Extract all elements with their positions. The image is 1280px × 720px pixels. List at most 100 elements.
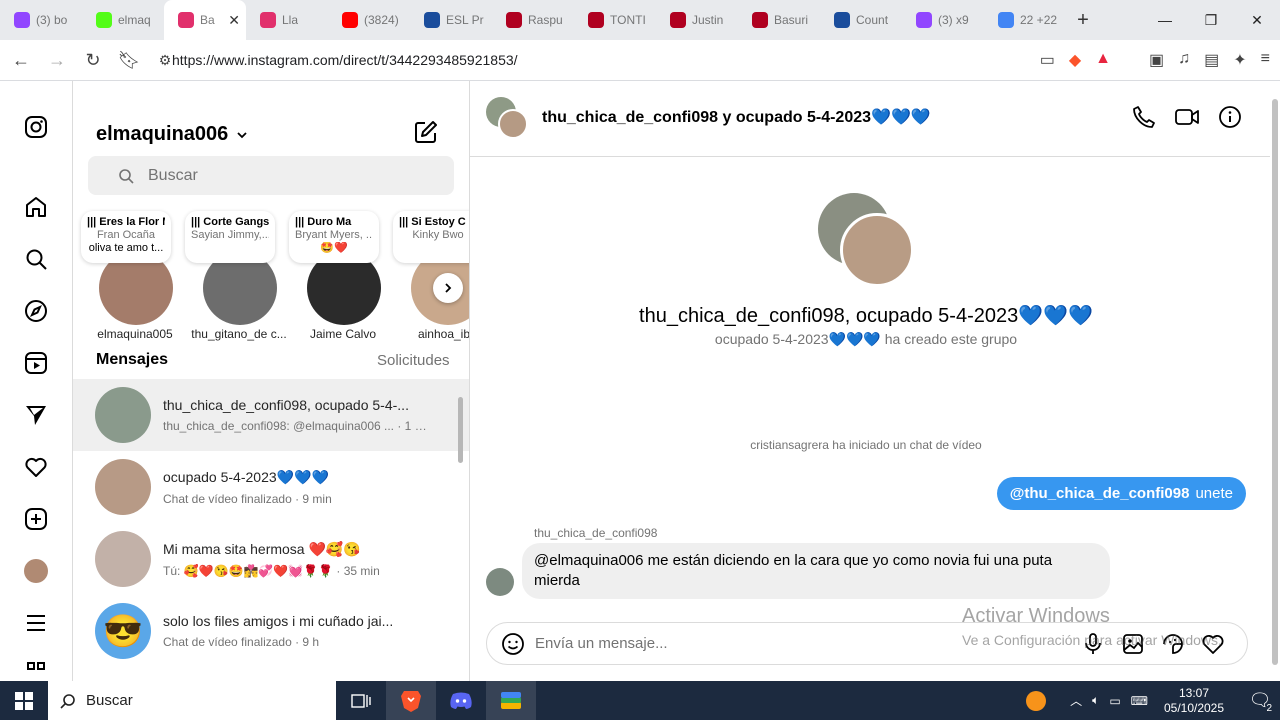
conversation-preview: Chat de vídeo finalizado · 9 min bbox=[163, 491, 332, 506]
brave-taskbar-button[interactable] bbox=[386, 681, 436, 720]
notes-next-button[interactable] bbox=[433, 273, 463, 303]
group-avatar-small[interactable] bbox=[486, 97, 530, 141]
bookmark-icon[interactable]: 🔖︎ bbox=[114, 50, 144, 71]
url-field[interactable]: https://www.instagram.com/direct/t/34422… bbox=[172, 52, 518, 68]
reload-button[interactable]: ↻ bbox=[78, 50, 108, 71]
phone-call-icon[interactable] bbox=[1132, 105, 1156, 129]
search-icon[interactable] bbox=[22, 245, 50, 273]
bluestacks-taskbar-button[interactable] bbox=[486, 681, 536, 720]
install-app-icon[interactable]: ▭ bbox=[1040, 50, 1055, 70]
conversation-avatar: 😎 bbox=[95, 603, 151, 659]
discord-taskbar-button[interactable] bbox=[436, 681, 486, 720]
browser-tab[interactable]: 22 +22 bbox=[984, 0, 1066, 40]
browser-tab[interactable]: Ba ✕ bbox=[164, 0, 246, 40]
group-avatar-large[interactable] bbox=[818, 193, 914, 289]
chat-scrollbar[interactable] bbox=[1272, 99, 1278, 665]
taskbar-search[interactable]: Buscar bbox=[48, 681, 336, 720]
create-icon[interactable] bbox=[22, 505, 50, 533]
conversation-info-icon[interactable] bbox=[1218, 105, 1242, 129]
browser-tab[interactable]: (3824) bbox=[328, 0, 410, 40]
show-hidden-icons-icon[interactable]: ︿ bbox=[1070, 692, 1082, 709]
browser-tab[interactable]: Lla bbox=[246, 0, 328, 40]
notes-carousel: ||| Eres la Flor M Fran Ocaña oliva te amo… bbox=[73, 211, 469, 341]
conversation-row[interactable]: ocupado 5-4-2023💙💙💙 Chat de vídeo finaliz… bbox=[73, 451, 469, 523]
menu-icon[interactable]: ≡ bbox=[1261, 50, 1270, 70]
tab-favicon-icon bbox=[178, 12, 194, 28]
requests-link[interactable]: Solicitudes bbox=[377, 352, 450, 369]
note-artist: Fran Ocaña bbox=[96, 229, 156, 241]
note-bubble[interactable]: ||| Duro Ma Bryant Myers, ... 🤩❤️ bbox=[289, 211, 379, 263]
incoming-message[interactable]: @elmaquina006 me están diciendo en la ca… bbox=[522, 543, 1110, 599]
tab-label: Raspu bbox=[528, 13, 563, 27]
minimize-button[interactable]: — bbox=[1142, 0, 1188, 40]
browser-tab[interactable]: (3) x9 bbox=[902, 0, 984, 40]
chat-title[interactable]: thu_chica_de_confi098 y ocupado 5-4-2023… bbox=[542, 107, 931, 127]
system-tray: ︿ 🔈︎ ▭ ⌨︎ 13:07 05/10/2025 🗨︎ 2 bbox=[1026, 681, 1280, 720]
tab-favicon-icon bbox=[14, 12, 30, 28]
notifications-heart-icon[interactable] bbox=[22, 453, 50, 481]
note-bubble[interactable]: ||| Eres la Flor M Fran Ocaña oliva te amo… bbox=[81, 211, 171, 263]
conversation-row[interactable]: Mi mama sita hermosa ❤️🥰😘 Tú: 🥰❤️😘🤩👩‍❤️‍💋… bbox=[73, 523, 469, 595]
direct-messages-icon[interactable] bbox=[22, 401, 50, 429]
browser-tab[interactable]: ESL Pr bbox=[410, 0, 492, 40]
forward-button[interactable]: → bbox=[42, 50, 72, 71]
task-view-button[interactable] bbox=[336, 681, 386, 720]
new-message-button[interactable] bbox=[413, 119, 439, 150]
tab-label: Justin bbox=[692, 13, 724, 27]
conversation-row[interactable]: thu_chica_de_confi098, ocupado 5-4-... th… bbox=[73, 379, 469, 451]
watermark-line2: Ve a Configuración para activar Windows. bbox=[962, 632, 1222, 648]
volume-icon[interactable]: 🔈︎ bbox=[1092, 693, 1099, 708]
browser-tab[interactable]: Basuri bbox=[738, 0, 820, 40]
browser-tab[interactable]: Justin bbox=[656, 0, 738, 40]
media-icon[interactable]: ♫ bbox=[1178, 50, 1190, 70]
account-switcher[interactable]: elmaquina006 bbox=[96, 123, 248, 146]
instagram-nav-rail bbox=[0, 81, 73, 681]
system-message: cristiansagrera ha iniciado un chat de v… bbox=[750, 438, 982, 452]
notification-center-button[interactable]: 🗨︎ 2 bbox=[1240, 681, 1280, 720]
tab-favicon-icon bbox=[506, 12, 522, 28]
language-icon[interactable]: ⌨︎ bbox=[1131, 694, 1148, 708]
browser-tab[interactable]: TONTI bbox=[574, 0, 656, 40]
search-input[interactable]: Buscar bbox=[88, 156, 454, 195]
conversation-preview: Chat de vídeo finalizado · 9 h bbox=[163, 635, 320, 649]
browser-tab[interactable]: Raspu bbox=[492, 0, 574, 40]
tab-label: (3) x9 bbox=[938, 13, 969, 27]
start-button[interactable] bbox=[0, 681, 48, 720]
conversation-row[interactable]: 😎 solo los files amigos i mi cuñado jai..… bbox=[73, 595, 469, 667]
brave-shield-icon[interactable]: ◆ bbox=[1069, 50, 1081, 70]
browser-tab[interactable]: (3) bo bbox=[0, 0, 82, 40]
outgoing-message[interactable]: @thu_chica_de_confi098 unete bbox=[996, 477, 1246, 510]
list-scrollbar-thumb[interactable] bbox=[458, 397, 463, 463]
emoji-icon[interactable] bbox=[501, 632, 525, 656]
profile-avatar[interactable] bbox=[22, 557, 50, 585]
reels-icon[interactable] bbox=[22, 349, 50, 377]
wallet-icon[interactable]: ▤ bbox=[1204, 50, 1219, 70]
restore-button[interactable]: ❐ bbox=[1188, 0, 1234, 40]
new-tab-button[interactable]: + bbox=[1066, 9, 1100, 32]
tray-app-icon[interactable] bbox=[1026, 690, 1047, 711]
browser-tab[interactable]: Count bbox=[820, 0, 902, 40]
more-menu-icon[interactable] bbox=[22, 609, 50, 637]
back-button[interactable]: ← bbox=[6, 50, 36, 71]
network-icon[interactable]: ▭ bbox=[1109, 694, 1120, 708]
note-bubble[interactable]: ||| Si Estoy C Kinky Bwo bbox=[393, 211, 469, 263]
close-window-button[interactable]: ✕ bbox=[1234, 0, 1280, 40]
home-icon[interactable] bbox=[22, 193, 50, 221]
conversation-title: ocupado 5-4-2023💙💙💙 bbox=[163, 468, 329, 485]
message-mention[interactable]: @thu_chica_de_confi098 bbox=[1010, 485, 1190, 502]
close-tab-icon[interactable]: ✕ bbox=[228, 12, 240, 29]
video-call-icon[interactable] bbox=[1174, 105, 1200, 129]
sender-avatar[interactable] bbox=[486, 568, 514, 596]
watermark-line1: Activar Windows bbox=[962, 605, 1110, 627]
leo-ai-icon[interactable]: ✦ bbox=[1233, 50, 1246, 70]
note-song-title: ||| Duro Ma bbox=[295, 216, 352, 228]
explore-icon[interactable] bbox=[22, 297, 50, 325]
note-bubble[interactable]: ||| Corte Gangst Sayian Jimmy,... bbox=[185, 211, 275, 263]
tab-favicon-icon bbox=[834, 12, 850, 28]
instagram-logo-icon[interactable] bbox=[22, 113, 50, 141]
brave-rewards-icon[interactable]: ▲ bbox=[1095, 50, 1111, 70]
conversation-preview: Tú: 🥰❤️😘🤩👩‍❤️‍💋‍👨💞❤️💓🌹🌹 · 35 min bbox=[163, 563, 380, 578]
taskbar-clock[interactable]: 13:07 05/10/2025 bbox=[1158, 686, 1230, 716]
browser-tab[interactable]: elmaq bbox=[82, 0, 164, 40]
reader-mode-icon[interactable]: ▣ bbox=[1149, 50, 1164, 70]
